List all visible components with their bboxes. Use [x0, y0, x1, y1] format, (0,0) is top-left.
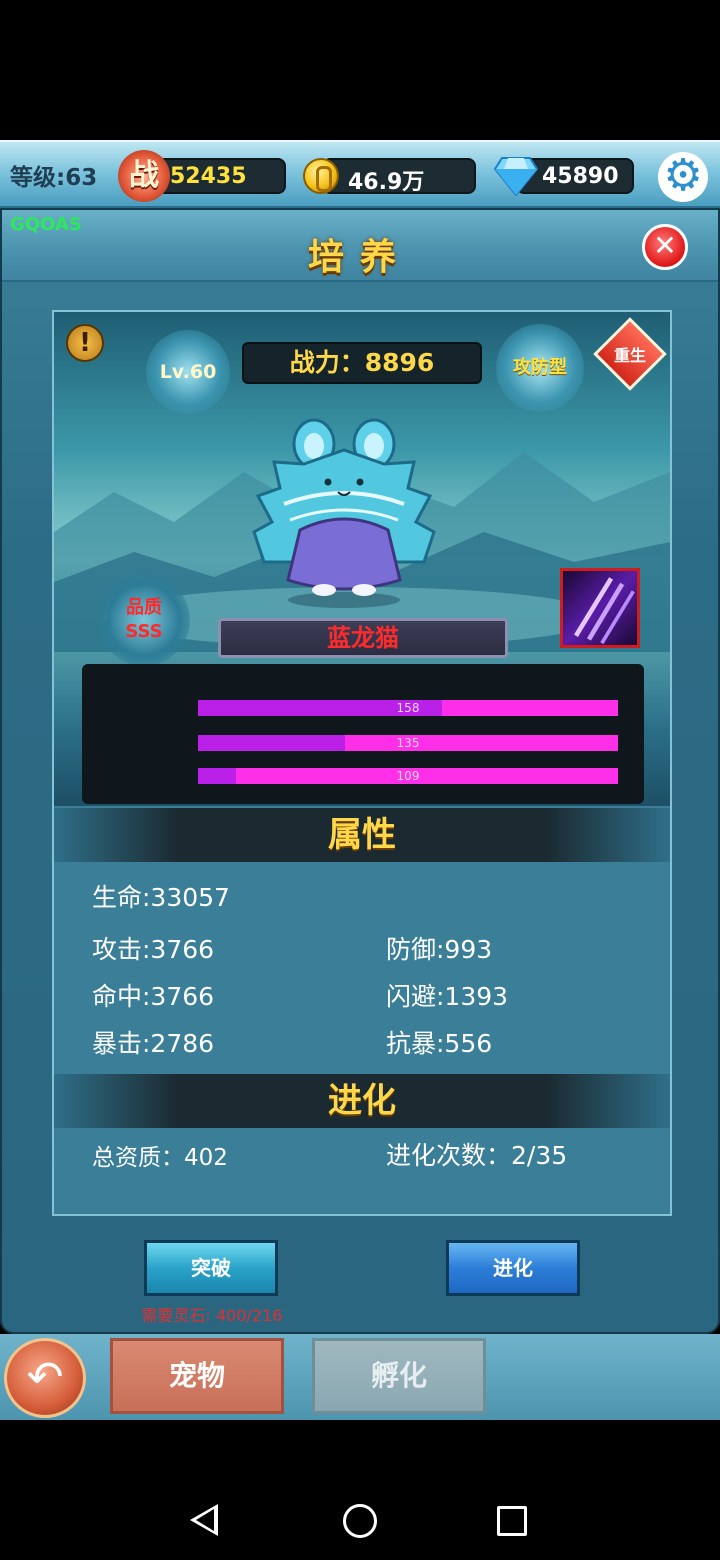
battle-power-pill: 52435: [150, 158, 286, 194]
gear-icon[interactable]: ⚙: [658, 152, 708, 202]
panel-title: 培养: [307, 237, 412, 278]
diamond-value: 45890: [542, 164, 619, 189]
back-arrow-icon[interactable]: ↶: [4, 1338, 86, 1418]
tab-pet[interactable]: 宠物: [110, 1338, 284, 1414]
system-nav-bar: [0, 1420, 720, 1560]
evolution-header: 进化: [54, 1074, 670, 1128]
pet-sprite: [252, 418, 436, 608]
total-aptitude: 总资质：402: [92, 1145, 228, 1171]
panel-header: GQOAS 培养 ✕: [2, 210, 718, 282]
attr-hp: 生命:33057: [92, 883, 230, 912]
growth-bar-value: 158: [396, 701, 420, 715]
spirit-stone-requirement: 需要灵石: 400/216: [141, 1306, 283, 1325]
diamond-icon: [494, 157, 538, 196]
gold-value: 46.9万: [348, 170, 425, 195]
gold-coin-icon: [303, 158, 339, 194]
battle-power-icon: 战: [118, 150, 170, 202]
attr-defense: 防御:993: [386, 935, 493, 964]
system-back-icon[interactable]: [190, 1504, 218, 1536]
pet-detail-frame: ! Lv.60 战力：8896 攻防型 重生 品质 SSS 蓝龙猫 158 13…: [52, 310, 672, 1216]
warning-icon[interactable]: !: [66, 324, 104, 362]
close-icon[interactable]: ✕: [642, 224, 688, 270]
system-home-icon[interactable]: [343, 1504, 377, 1538]
pet-name: 蓝龙猫: [218, 618, 508, 658]
battle-power-value: 52435: [170, 164, 247, 189]
growth-bars: 158 135 109: [82, 664, 644, 804]
quality-value: SSS: [125, 621, 163, 642]
growth-bar-1: 158: [198, 700, 618, 716]
attr-attack: 攻击:3766: [92, 935, 215, 964]
quality-badge: 品质 SSS: [98, 574, 190, 666]
system-recents-icon[interactable]: [497, 1506, 527, 1536]
cultivate-panel: GQOAS 培养 ✕ ! Lv.60 战力：8896 攻防型 重生 品质 SSS…: [0, 208, 720, 1334]
resource-bar: 等级:63 52435 战 46.9万 45890 ⚙: [0, 140, 720, 208]
evolve-count: 进化次数：2/35: [386, 1141, 568, 1170]
growth-bar-3: 109: [198, 768, 618, 784]
pet-scene: ! Lv.60 战力：8896 攻防型 重生 品质 SSS 蓝龙猫 158 13…: [54, 312, 670, 806]
skill-claw-icon[interactable]: [560, 568, 640, 648]
pet-type-badge: 攻防型: [496, 324, 584, 412]
gold-pill: 46.9万: [322, 158, 476, 195]
breakthrough-button[interactable]: 突破: [144, 1240, 278, 1296]
player-level: 等级:63: [10, 165, 98, 191]
attr-dodge: 闪避:1393: [386, 982, 509, 1011]
attr-crit: 暴击:2786: [92, 1029, 215, 1058]
pet-level-badge: Lv.60: [146, 330, 230, 414]
attr-anti-crit: 抗暴:556: [386, 1029, 493, 1058]
tab-hatch[interactable]: 孵化: [312, 1338, 486, 1414]
pet-power: 战力：8896: [242, 342, 482, 384]
bottom-nav: ↶ 宠物 孵化: [0, 1334, 720, 1420]
attributes-header: 属性: [54, 808, 670, 862]
growth-bar-2: 135: [198, 735, 618, 751]
rebirth-label: 重生: [613, 346, 646, 365]
attr-hit: 命中:3766: [92, 982, 215, 1011]
growth-bar-value: 135: [396, 736, 420, 750]
evolve-button[interactable]: 进化: [446, 1240, 580, 1296]
quality-label: 品质: [126, 597, 162, 618]
growth-bar-value: 109: [396, 769, 420, 783]
